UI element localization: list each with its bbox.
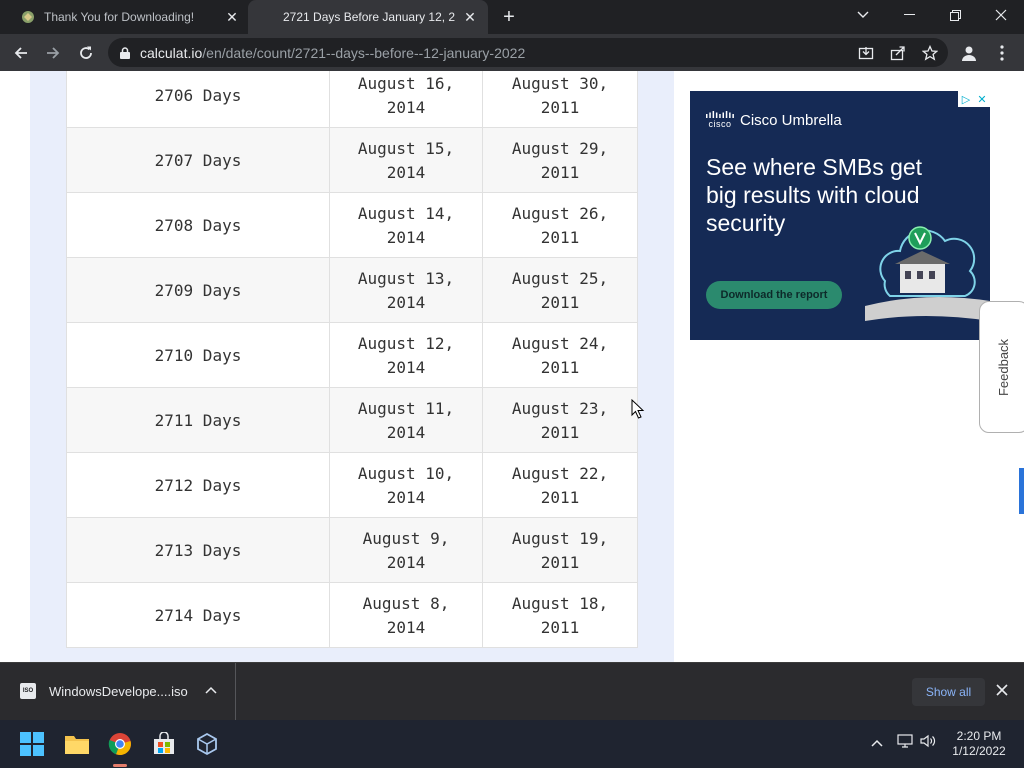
restore-icon[interactable]: [932, 0, 978, 30]
scrollbar-thumb[interactable]: [1019, 468, 1024, 514]
ad-download-report-button[interactable]: Download the report: [706, 281, 842, 309]
share-icon[interactable]: [885, 40, 911, 66]
mouse-cursor-icon: [631, 399, 645, 419]
windows-start-icon[interactable]: [18, 730, 46, 758]
menu-kebab-icon[interactable]: [989, 40, 1015, 66]
date-before-cell: August 29, 2011: [483, 128, 638, 193]
tab-close-icon[interactable]: ✕: [224, 9, 240, 25]
windows-taskbar: 2:20 PM 1/12/2022: [0, 720, 1024, 768]
file-explorer-icon[interactable]: [63, 730, 91, 758]
virtualbox-icon[interactable]: [193, 730, 221, 758]
table-row: 2708 Days August 14, 2014 August 26, 2011: [66, 193, 638, 258]
tab-title: Thank You for Downloading!: [44, 10, 195, 24]
ad-info-icon[interactable]: ▷: [958, 91, 974, 107]
days-cell: 2709 Days: [66, 258, 330, 323]
date-after-cell: August 10, 2014: [330, 453, 483, 518]
tab-close-icon[interactable]: ✕: [462, 9, 478, 25]
table-row: 2713 Days August 9, 2014 August 19, 2011: [66, 518, 638, 583]
date-after-cell: August 14, 2014: [330, 193, 483, 258]
minimize-icon[interactable]: [886, 0, 932, 30]
volume-icon[interactable]: [920, 734, 936, 751]
ad-choices[interactable]: ▷ ✕: [958, 91, 990, 107]
lock-icon[interactable]: [120, 46, 130, 59]
profile-avatar-icon[interactable]: [956, 40, 982, 66]
table-row: 2710 Days August 12, 2014 August 24, 2011: [66, 323, 638, 388]
date-after-cell: August 16, 2014: [330, 71, 483, 128]
show-all-button[interactable]: Show all: [912, 678, 985, 706]
cisco-logo: cisco: [706, 111, 734, 129]
date-before-cell: August 22, 2011: [483, 453, 638, 518]
download-bar: ISO WindowsDevelope....iso Show all: [0, 662, 1024, 721]
site-favicon-icon: [20, 9, 36, 25]
url-text: calculat.io/en/date/count/2721--days--be…: [140, 45, 525, 61]
tab-2721-days[interactable]: 2721 Days Before January 12, 2022 ✕: [248, 0, 488, 34]
days-cell: 2708 Days: [66, 193, 330, 258]
days-cell: 2713 Days: [66, 518, 330, 583]
ad-banner[interactable]: ▷ ✕ cisco Cisco Umbrella See where SMBs …: [690, 91, 990, 340]
close-window-icon[interactable]: [978, 0, 1024, 30]
iso-file-icon: ISO: [20, 683, 36, 699]
days-cell: 2712 Days: [66, 453, 330, 518]
download-item[interactable]: ISO WindowsDevelope....iso: [0, 663, 236, 721]
feedback-tab[interactable]: Feedback: [979, 301, 1024, 433]
days-cell: 2707 Days: [66, 128, 330, 193]
cloud-house-illustration: [865, 226, 990, 321]
table-row: 2712 Days August 10, 2014 August 22, 2011: [66, 453, 638, 518]
chrome-icon[interactable]: [106, 730, 134, 758]
address-bar[interactable]: calculat.io/en/date/count/2721--days--be…: [108, 38, 948, 67]
tab-strip: Thank You for Downloading! ✕ 2721 Days B…: [0, 0, 1024, 34]
reload-icon[interactable]: [73, 40, 99, 66]
url-path: /en/date/count/2721--days--before--12-ja…: [202, 44, 526, 61]
chevron-up-icon[interactable]: [205, 683, 217, 697]
days-cell: 2711 Days: [66, 388, 330, 453]
back-icon[interactable]: [8, 40, 34, 66]
ad-brand: cisco Cisco Umbrella: [706, 111, 842, 129]
feedback-label: Feedback: [996, 338, 1012, 396]
tab-thank-you[interactable]: Thank You for Downloading! ✕: [0, 0, 248, 34]
active-app-indicator: [113, 764, 127, 767]
system-clock[interactable]: 2:20 PM 1/12/2022: [948, 729, 1010, 759]
web-page: 2706 Days August 16, 2014 August 30, 2011 2…: [0, 71, 1024, 662]
table-row: 2711 Days August 11, 2014 August 23, 2011: [66, 388, 638, 453]
bookmark-star-icon[interactable]: [917, 40, 943, 66]
network-icon[interactable]: [897, 734, 913, 751]
days-cell: 2710 Days: [66, 323, 330, 388]
ad-brand-name: Cisco Umbrella: [740, 111, 842, 129]
days-cell: 2706 Days: [66, 71, 330, 128]
date-before-cell: August 18, 2011: [483, 583, 638, 648]
date-after-cell: August 12, 2014: [330, 323, 483, 388]
table-row: 2707 Days August 15, 2014 August 29, 2011: [66, 128, 638, 193]
date-before-cell: August 24, 2011: [483, 323, 638, 388]
date-after-cell: August 9, 2014: [330, 518, 483, 583]
table-row: 2709 Days August 13, 2014 August 25, 2011: [66, 258, 638, 323]
date-after-cell: August 15, 2014: [330, 128, 483, 193]
days-cell: 2714 Days: [66, 583, 330, 648]
browser-toolbar: calculat.io/en/date/count/2721--days--be…: [0, 34, 1024, 71]
table-row: 2714 Days August 8, 2014 August 18, 2011: [66, 583, 638, 648]
table-row: 2706 Days August 16, 2014 August 30, 2011: [66, 71, 638, 128]
date-before-cell: August 19, 2011: [483, 518, 638, 583]
download-file-name: WindowsDevelope....iso: [49, 684, 188, 699]
chevron-up-icon[interactable]: [871, 734, 883, 750]
forward-icon[interactable]: [40, 40, 66, 66]
date-before-cell: August 26, 2011: [483, 193, 638, 258]
tab-title: 2721 Days Before January 12, 2022: [283, 10, 455, 24]
microsoft-store-icon[interactable]: [150, 730, 178, 758]
tab-search-icon[interactable]: [840, 0, 886, 30]
close-download-bar-icon[interactable]: [996, 683, 1008, 699]
url-host: calculat.io: [140, 44, 203, 61]
date-after-cell: August 8, 2014: [330, 583, 483, 648]
date-before-cell: August 25, 2011: [483, 258, 638, 323]
date-after-cell: August 11, 2014: [330, 388, 483, 453]
clock-time: 2:20 PM: [956, 729, 1002, 743]
clock-date: 1/12/2022: [952, 744, 1006, 758]
ad-close-icon[interactable]: ✕: [974, 91, 990, 107]
new-tab-icon[interactable]: +: [498, 6, 520, 28]
date-before-cell: August 30, 2011: [483, 71, 638, 128]
install-app-icon[interactable]: [853, 40, 879, 66]
date-after-cell: August 13, 2014: [330, 258, 483, 323]
date-before-cell: August 23, 2011: [483, 388, 638, 453]
